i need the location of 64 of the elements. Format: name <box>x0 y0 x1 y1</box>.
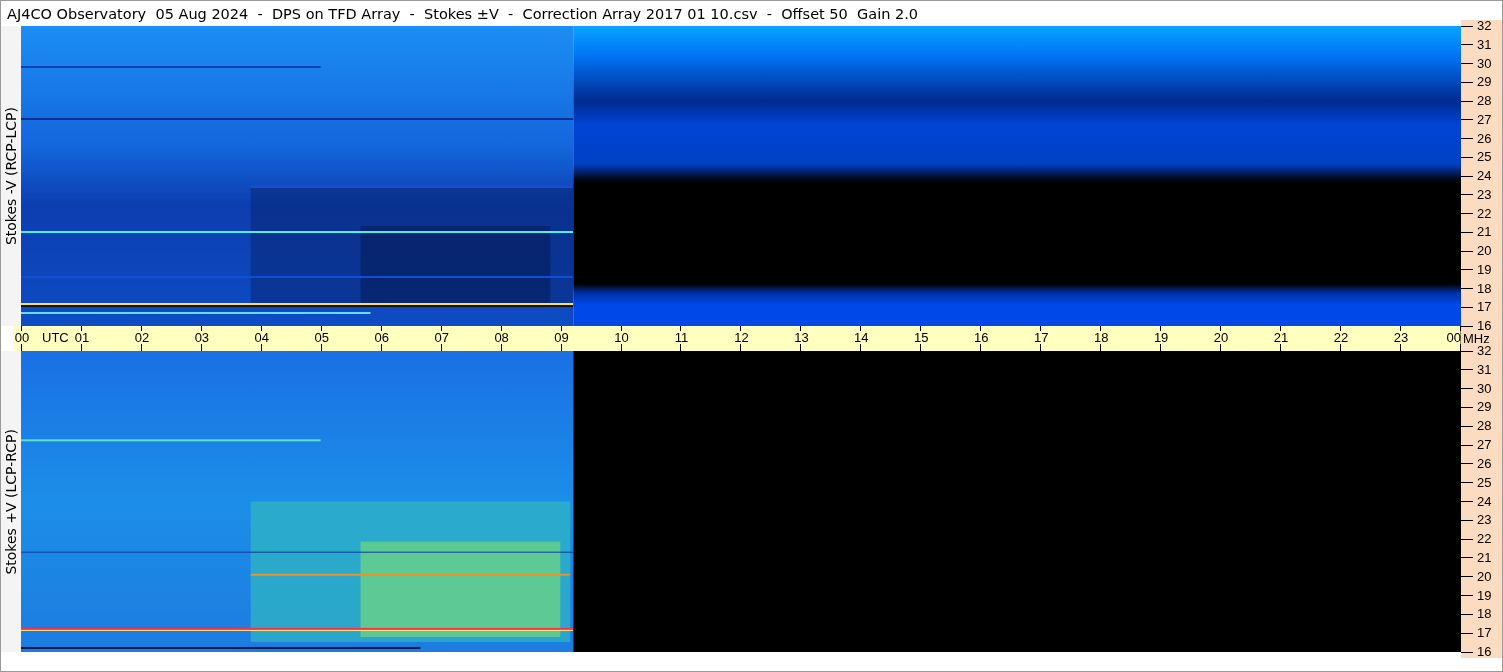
frequency-label: 29 <box>1477 76 1492 89</box>
frequency-label: 28 <box>1477 420 1492 433</box>
frequency-label: 16 <box>1477 646 1492 658</box>
axis-label: Stokes -V (RCP-LCP) <box>3 106 19 246</box>
time-label: 11 <box>674 331 689 344</box>
time-label: 05 <box>314 331 329 344</box>
frequency-label: 20 <box>1477 245 1492 257</box>
time-label: 12 <box>734 331 749 344</box>
frequency-label: 20 <box>1477 570 1492 583</box>
frequency-label: 27 <box>1477 439 1492 452</box>
time-label: 21 <box>1273 331 1289 344</box>
time-label: 08 <box>494 331 509 344</box>
frequency-label: 24 <box>1477 170 1492 182</box>
time-label: 07 <box>434 331 449 344</box>
time-label: 10 <box>614 331 629 344</box>
frequency-label: 17 <box>1477 301 1492 314</box>
time-label: 13 <box>794 331 809 344</box>
frequency-label: 16 <box>1477 320 1492 332</box>
time-unit: UTC <box>42 331 69 344</box>
frequency-label: 26 <box>1477 457 1492 470</box>
frequency-label: 26 <box>1477 132 1492 145</box>
frequency-label: 24 <box>1477 495 1492 508</box>
time-label: 20 <box>1213 331 1229 344</box>
time-label: 19 <box>1153 331 1169 344</box>
time-label: 06 <box>374 331 389 344</box>
frequency-label: 18 <box>1477 282 1492 295</box>
frequency-label: 18 <box>1477 608 1492 621</box>
frequency-label: 25 <box>1477 476 1492 489</box>
frequency-label: 21 <box>1477 551 1492 564</box>
frequency-label: 23 <box>1477 188 1492 201</box>
frequency-label: 23 <box>1477 514 1492 527</box>
time-label: 00 <box>14 331 30 344</box>
frequency-label: 32 <box>1477 20 1492 32</box>
frequency-label: 19 <box>1477 589 1492 602</box>
frequency-label: 22 <box>1477 207 1492 220</box>
time-label: 17 <box>1033 331 1049 344</box>
frequency-label: 17 <box>1477 627 1492 640</box>
frequency-label: 22 <box>1477 533 1492 546</box>
axis-label: Stokes +V (LCP-RCP) <box>3 428 19 575</box>
time-label: 02 <box>134 331 150 344</box>
time-label: 16 <box>974 331 989 344</box>
frequency-label: 21 <box>1477 226 1492 239</box>
time-label: 18 <box>1093 331 1109 344</box>
time-label: 01 <box>74 331 90 344</box>
frequency-label: 19 <box>1477 263 1492 276</box>
frequency-label: 25 <box>1477 151 1492 164</box>
frequency-label: 30 <box>1477 382 1492 395</box>
time-label: 09 <box>554 331 569 344</box>
frequency-label: 30 <box>1477 57 1492 70</box>
frequency-label: 32 <box>1477 345 1492 357</box>
time-label: 15 <box>914 331 929 344</box>
frequency-label: 27 <box>1477 113 1492 126</box>
frequency-label: 29 <box>1477 401 1492 414</box>
chart-title: AJ4CO Observatory 05 Aug 2024 - DPS on TFD Array - Stokes ±V - Correction Array 2017 01 10.csv - Offset 50 Gain 2.0 <box>7 5 919 22</box>
time-label: 04 <box>254 331 270 344</box>
frequency-label: 28 <box>1477 95 1492 107</box>
time-label: 23 <box>1393 331 1409 344</box>
time-label: 14 <box>854 331 869 344</box>
time-label: 22 <box>1333 331 1349 344</box>
frequency-unit: MHz <box>1463 331 1490 346</box>
time-label: 00 <box>1446 331 1461 344</box>
frequency-label: 31 <box>1477 38 1492 51</box>
time-label: 03 <box>194 331 210 344</box>
frequency-label: 31 <box>1477 363 1492 376</box>
